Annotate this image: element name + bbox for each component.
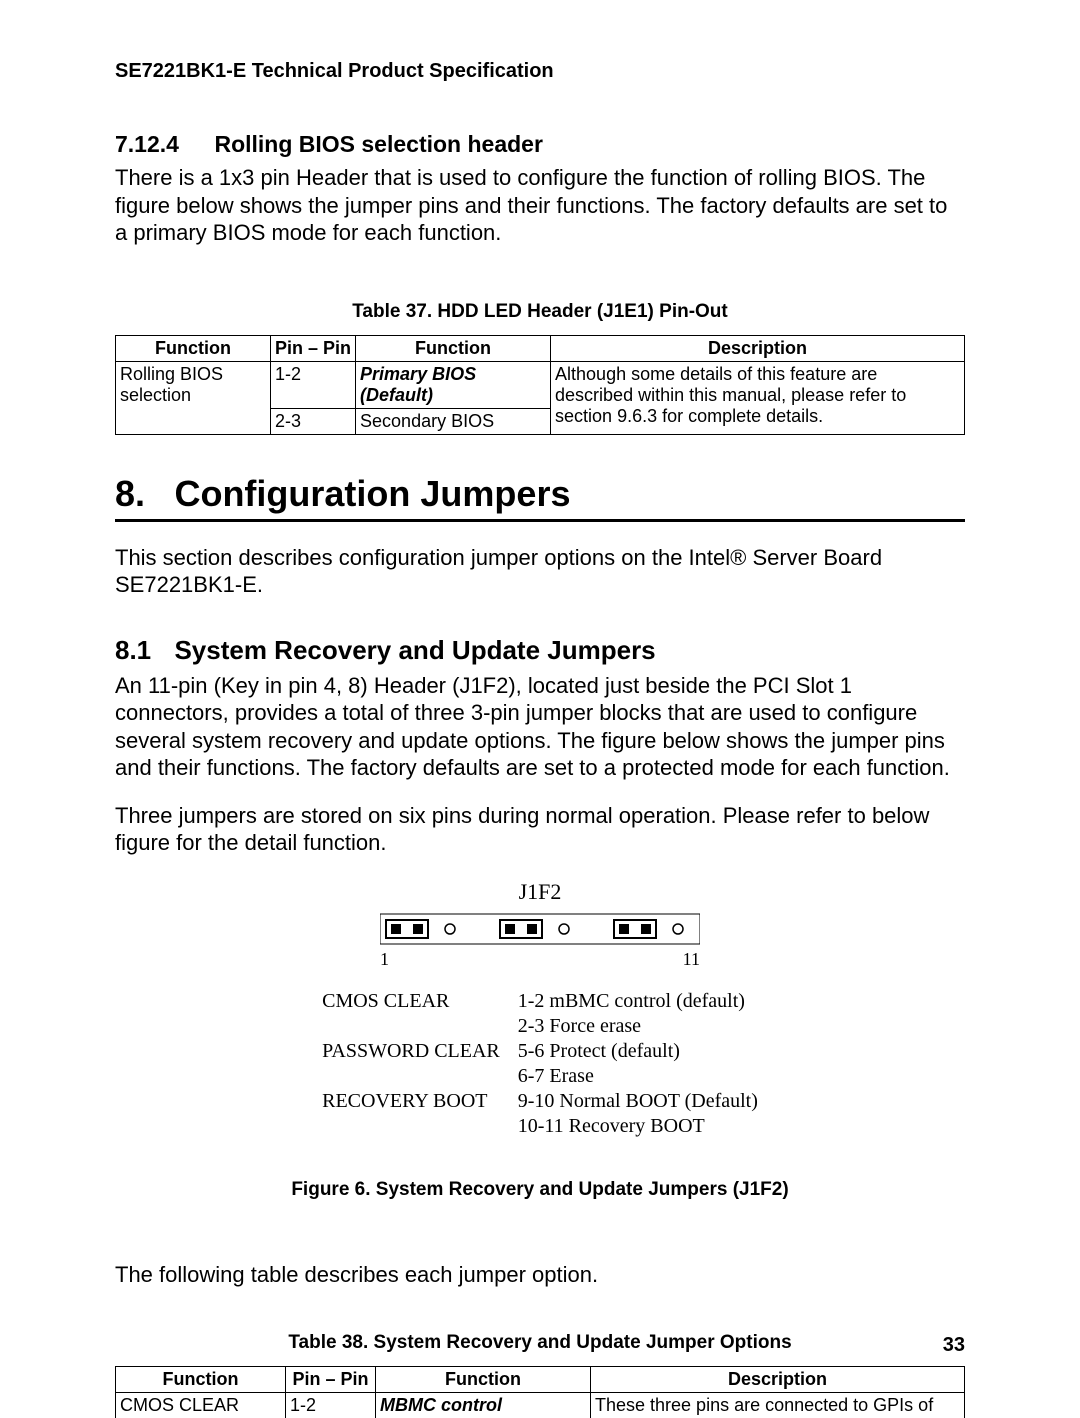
table-header-row: Function Pin – Pin Function Description xyxy=(116,335,965,361)
td-function2: Primary BIOS (Default) xyxy=(356,361,551,408)
td-function: Rolling BIOS selection xyxy=(116,361,271,434)
th-pin: Pin – Pin xyxy=(271,335,356,361)
figure-6-caption: Figure 6. System Recovery and Update Jum… xyxy=(115,1179,965,1201)
th-description: Description xyxy=(591,1367,965,1393)
td-function: CMOS CLEAR xyxy=(116,1393,286,1418)
section-8-1-p2: Three jumpers are stored on six pins dur… xyxy=(115,802,965,857)
section-number: 7.12.4 xyxy=(115,131,210,158)
figure-header-label: J1F2 xyxy=(115,879,965,905)
chapter-title: Configuration Jumpers xyxy=(174,473,570,515)
section-8-1-heading: 8.1 System Recovery and Update Jumpers xyxy=(115,635,965,666)
td-pin: 1-2 xyxy=(271,361,356,408)
table-header-row: Function Pin – Pin Function Description xyxy=(116,1367,965,1393)
legend-b: 6-7 Erase xyxy=(510,1065,766,1088)
th-pin: Pin – Pin xyxy=(286,1367,376,1393)
legend-name: RECOVERY BOOT xyxy=(314,1090,508,1113)
section-8-1-p1: An 11-pin (Key in pin 4, 8) Header (J1F2… xyxy=(115,672,965,782)
running-header: SE7221BK1-E Technical Product Specificat… xyxy=(115,60,965,83)
jumper-diagram xyxy=(380,909,700,949)
section-7-12-4-heading: 7.12.4 Rolling BIOS selection header xyxy=(115,131,965,158)
section-7-12-4-body: There is a 1x3 pin Header that is used t… xyxy=(115,164,965,247)
chapter-8-heading: 8. Configuration Jumpers xyxy=(115,473,965,522)
td-description: Although some details of this feature ar… xyxy=(551,361,965,434)
td-pin: 1-2 xyxy=(286,1393,376,1418)
page: SE7221BK1-E Technical Product Specificat… xyxy=(0,0,1080,1397)
legend-a: 9-10 Normal BOOT (Default) xyxy=(510,1090,766,1113)
table-row: CMOS CLEAR 1-2 MBMC control These three … xyxy=(116,1393,965,1418)
td-function2: Secondary BIOS xyxy=(356,408,551,434)
legend-a: 1-2 mBMC control (default) xyxy=(510,990,766,1013)
th-description: Description xyxy=(551,335,965,361)
legend-a: 5-6 Protect (default) xyxy=(510,1040,766,1063)
legend-name: PASSWORD CLEAR xyxy=(314,1040,508,1063)
table-37-caption: Table 37. HDD LED Header (J1E1) Pin-Out xyxy=(115,301,965,323)
th-function2: Function xyxy=(376,1367,591,1393)
table-row: Rolling BIOS selection 1-2 Primary BIOS … xyxy=(116,361,965,408)
table-38: Function Pin – Pin Function Description … xyxy=(115,1366,965,1418)
legend-b: 10-11 Recovery BOOT xyxy=(510,1115,766,1138)
figure-6: J1F2 1 11 CMOS CLEAR 1-2 xyxy=(115,879,965,1201)
td-pin: 2-3 xyxy=(271,408,356,434)
page-number: 33 xyxy=(943,1334,965,1357)
table-37: Function Pin – Pin Function Description … xyxy=(115,335,965,435)
figure-legend: CMOS CLEAR 1-2 mBMC control (default) 2-… xyxy=(312,988,768,1140)
section-number: 8.1 xyxy=(115,635,170,666)
legend-b: 2-3 Force erase xyxy=(510,1015,766,1038)
legend-name: CMOS CLEAR xyxy=(314,990,508,1013)
section-title: System Recovery and Update Jumpers xyxy=(174,635,655,666)
follow-text: The following table describes each jumpe… xyxy=(115,1261,965,1289)
td-function2: MBMC control xyxy=(376,1393,591,1418)
chapter-8-intro: This section describes configuration jum… xyxy=(115,544,965,599)
td-description: These three pins are connected to GPIs o… xyxy=(591,1393,965,1418)
pin-label-left: 1 xyxy=(380,949,389,970)
section-title: Rolling BIOS selection header xyxy=(214,131,542,158)
th-function2: Function xyxy=(356,335,551,361)
table-38-caption: Table 38. System Recovery and Update Jum… xyxy=(115,1332,965,1354)
th-function: Function xyxy=(116,1367,286,1393)
chapter-number: 8. xyxy=(115,473,170,515)
th-function: Function xyxy=(116,335,271,361)
pin-label-right: 11 xyxy=(683,949,700,970)
